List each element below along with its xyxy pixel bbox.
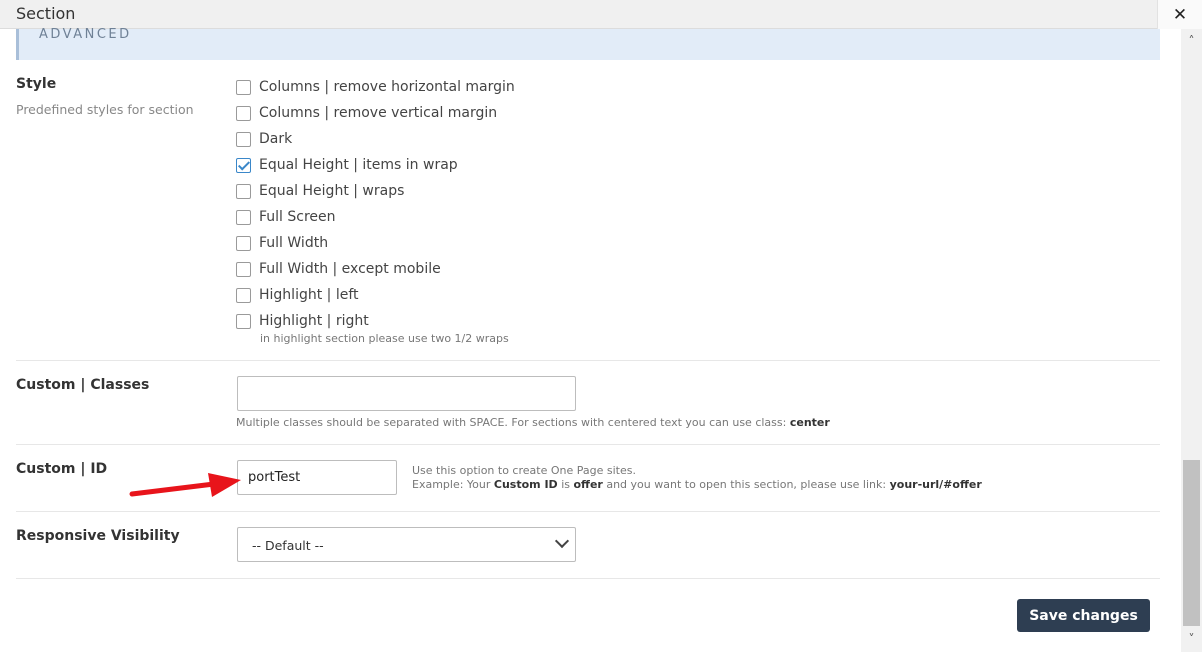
custom-classes-label: Custom | Classes xyxy=(16,377,150,393)
style-option-full-screen[interactable]: Full Screen xyxy=(236,207,336,227)
checkbox[interactable] xyxy=(236,287,251,303)
style-option-highlight-left[interactable]: Highlight | left xyxy=(236,285,359,305)
style-option-full-width[interactable]: Full Width xyxy=(236,233,328,253)
checkbox[interactable] xyxy=(236,261,251,277)
divider xyxy=(16,360,1160,361)
checkbox[interactable] xyxy=(236,79,251,95)
custom-classes-input[interactable] xyxy=(237,376,576,411)
style-option-highlight-right[interactable]: Highlight | right xyxy=(236,311,369,331)
hint-bold-text: offer xyxy=(573,478,603,491)
checkbox-label: Dark xyxy=(259,131,293,147)
style-option-columns-vertical[interactable]: Columns | remove vertical margin xyxy=(236,103,497,123)
scroll-down-icon[interactable]: ˅ xyxy=(1181,629,1202,649)
checkbox-checked[interactable] xyxy=(236,157,251,173)
style-option-equal-height-items[interactable]: Equal Height | items in wrap xyxy=(236,155,458,175)
divider xyxy=(16,444,1160,445)
divider xyxy=(16,578,1160,579)
checkbox[interactable] xyxy=(236,131,251,147)
save-changes-button[interactable]: Save changes xyxy=(1017,599,1150,632)
advanced-section-header: ADVANCED xyxy=(16,27,1160,60)
style-option-full-width-except-mobile[interactable]: Full Width | except mobile xyxy=(236,259,441,279)
hint-bold-text: your-url/#offer xyxy=(889,478,982,491)
close-icon[interactable]: ✕ xyxy=(1157,0,1202,29)
scrollbar-thumb[interactable] xyxy=(1183,460,1200,626)
checkbox-label: Highlight | left xyxy=(259,287,359,303)
checkbox-label: Equal Height | wraps xyxy=(259,183,405,199)
advanced-section-label: ADVANCED xyxy=(39,27,132,42)
hint-text: Example: Your xyxy=(412,478,494,491)
checkbox[interactable] xyxy=(236,105,251,121)
custom-classes-hint-text: Multiple classes should be separated wit… xyxy=(236,416,790,429)
select-value: -- Default -- xyxy=(252,538,324,553)
dialog-title: Section xyxy=(16,4,76,23)
hint-bold-text: Custom ID xyxy=(493,478,558,491)
custom-id-label: Custom | ID xyxy=(16,461,108,477)
custom-id-input[interactable] xyxy=(237,460,397,495)
style-label: Style xyxy=(16,76,57,92)
style-option-dark[interactable]: Dark xyxy=(236,129,292,149)
custom-classes-hint-class: center xyxy=(789,416,830,429)
checkbox-label: Full Width | except mobile xyxy=(259,261,441,277)
responsive-visibility-label: Responsive Visibility xyxy=(16,528,180,544)
custom-id-hint-line1: Use this option to create One Page sites… xyxy=(412,464,636,477)
divider xyxy=(16,511,1160,512)
style-option-columns-horizontal[interactable]: Columns | remove horizontal margin xyxy=(236,77,515,97)
highlight-note: in highlight section please use two 1/2 … xyxy=(260,332,509,345)
checkbox-label: Full Width xyxy=(259,235,329,251)
dialog-titlebar: Section ✕ xyxy=(0,0,1202,29)
chevron-down-icon xyxy=(554,533,570,549)
responsive-visibility-select[interactable]: -- Default -- xyxy=(237,527,576,562)
scrollbar[interactable]: ˄ ˅ xyxy=(1181,29,1202,652)
checkbox-label: Columns | remove horizontal margin xyxy=(259,79,515,95)
checkbox[interactable] xyxy=(236,209,251,225)
custom-classes-hint: Multiple classes should be separated wit… xyxy=(236,416,830,429)
checkbox-label: Highlight | right xyxy=(259,313,369,329)
scroll-up-icon[interactable]: ˄ xyxy=(1181,31,1202,51)
checkbox[interactable] xyxy=(236,313,251,329)
checkbox-label: Equal Height | items in wrap xyxy=(259,157,458,173)
checkbox[interactable] xyxy=(236,183,251,199)
checkbox-label: Columns | remove vertical margin xyxy=(259,105,498,121)
style-description: Predefined styles for section xyxy=(16,102,194,117)
annotation-arrow-icon xyxy=(129,473,241,497)
checkbox[interactable] xyxy=(236,235,251,251)
hint-text: is xyxy=(557,478,574,491)
custom-id-hint-line2: Example: Your Custom ID is offer and you… xyxy=(412,478,982,491)
checkbox-label: Full Screen xyxy=(259,209,336,225)
hint-text: and you want to open this section, pleas… xyxy=(602,478,890,491)
style-option-equal-height-wraps[interactable]: Equal Height | wraps xyxy=(236,181,404,201)
